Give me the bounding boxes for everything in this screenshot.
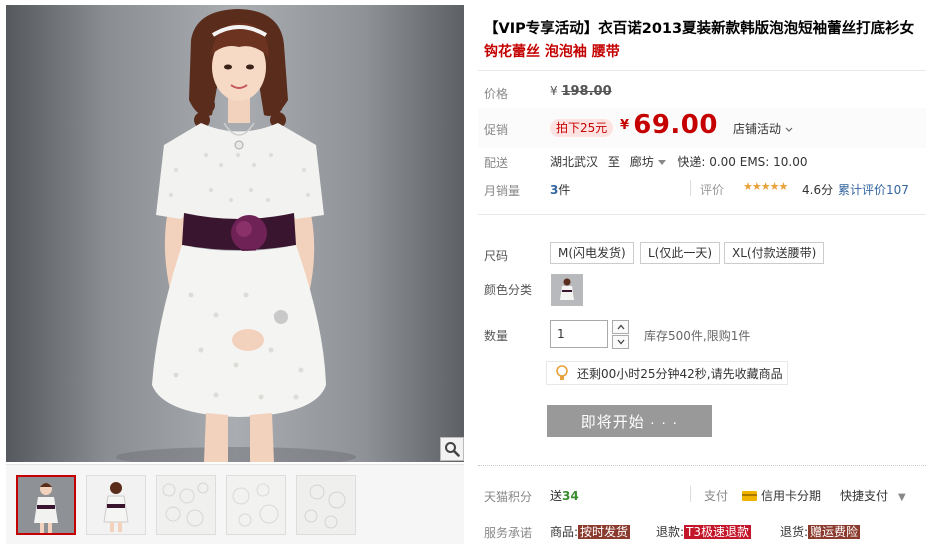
- magnifier-icon: [445, 442, 460, 457]
- service-prefix: 商品:: [550, 525, 579, 539]
- divider: [478, 465, 926, 466]
- thumb-model-front: [18, 477, 74, 533]
- service-prefix: 退货:: [780, 525, 809, 539]
- sale-price-value: 69.00: [633, 110, 718, 140]
- service-tag: 按时发货: [578, 525, 631, 539]
- sales-label: 月销量: [484, 184, 521, 198]
- thumbnail-strip: [6, 464, 464, 544]
- shipping-fees: 快递: 0.00 EMS: 10.00: [677, 155, 808, 169]
- quick-pay-dropdown[interactable]: 快捷支付 ▼: [840, 487, 906, 504]
- chevron-down-icon: [785, 127, 793, 132]
- countdown-notice: 还剩00小时25分钟42秒,请先收藏商品: [546, 361, 788, 385]
- divider: [478, 70, 926, 71]
- tmall-points: 送34: [550, 487, 579, 504]
- thumb-lace-detail-1: [157, 476, 215, 534]
- quick-pay-label: 快捷支付: [840, 489, 889, 503]
- thumb-lace-detail-3: [297, 476, 355, 534]
- destination-label: 廊坊: [629, 155, 654, 169]
- zoom-button[interactable]: [440, 437, 464, 461]
- lightbulb-icon: [556, 365, 568, 380]
- quantity-label: 数量: [484, 329, 509, 343]
- thumbnail-3[interactable]: [156, 475, 216, 535]
- thumbnail-2[interactable]: [86, 475, 146, 535]
- sale-price: ¥ 69.00: [620, 110, 718, 140]
- currency-symbol: ¥: [550, 84, 558, 98]
- shop-activity-dropdown[interactable]: 店铺活动: [733, 120, 793, 137]
- main-product-image[interactable]: [6, 5, 464, 462]
- dress-model-illustration: [116, 9, 356, 462]
- service-item-goods: 商品: 按时发货: [550, 523, 631, 540]
- service-item-return: 退货: 赠运费险: [780, 523, 861, 540]
- service-label: 服务承诺: [484, 526, 533, 540]
- service-tag: 赠运费险: [808, 525, 861, 539]
- thumbnail-4[interactable]: [226, 475, 286, 535]
- swatch-image: [552, 275, 582, 305]
- product-subtitle: 钩花蕾丝 泡泡袖 腰带: [484, 44, 620, 60]
- size-option-l[interactable]: L(仅此一天): [640, 242, 721, 264]
- vertical-divider: [690, 486, 691, 502]
- chevron-up-icon: [617, 324, 624, 330]
- rating-stars: ★★★★★: [743, 180, 788, 193]
- original-price: ¥ 198.00: [550, 84, 612, 99]
- thumbnail-1[interactable]: [16, 475, 76, 535]
- original-price-value: 198.00: [561, 84, 612, 99]
- service-item-refund: 退款: T3极速退款: [656, 523, 752, 540]
- quantity-decrease-button[interactable]: [612, 335, 629, 349]
- shop-activity-label: 店铺活动: [733, 122, 782, 136]
- chevron-down-icon: [617, 339, 624, 345]
- sales-unit: 件: [558, 183, 571, 197]
- rating-label: 评价: [700, 183, 725, 197]
- shipping-label: 配送: [484, 156, 509, 170]
- color-option-swatch[interactable]: [551, 274, 583, 306]
- shipping-to: 至: [607, 155, 620, 169]
- caret-down-icon: ▼: [898, 492, 906, 503]
- caret-down-icon: [657, 160, 666, 165]
- discount-tag: 拍下25元: [550, 119, 614, 137]
- credit-installment-label: 信用卡分期: [761, 489, 822, 503]
- service-prefix: 退款:: [656, 525, 685, 539]
- quantity-input[interactable]: [550, 320, 608, 348]
- review-count-link[interactable]: 累计评价107: [838, 181, 909, 198]
- credit-installment-link[interactable]: 信用卡分期: [742, 487, 821, 504]
- destination-selector[interactable]: 廊坊: [630, 155, 670, 169]
- currency-symbol: ¥: [620, 118, 630, 133]
- service-tag: T3极速退款: [684, 525, 752, 539]
- price-label: 价格: [484, 87, 509, 101]
- buy-button[interactable]: 即将开始 · · ·: [547, 405, 712, 437]
- rating-score: 4.6分: [802, 183, 834, 197]
- size-label: 尺码: [484, 249, 509, 263]
- thumb-model-back: [87, 476, 145, 534]
- credit-card-icon: [742, 490, 757, 501]
- size-option-m[interactable]: M(闪电发货): [550, 242, 634, 264]
- promo-label: 促销: [484, 123, 509, 137]
- shipping-origin: 湖北武汉: [550, 155, 599, 169]
- points-label: 天猫积分: [484, 490, 533, 504]
- payment-label: 支付: [704, 489, 729, 503]
- thumb-lace-detail-2: [227, 476, 285, 534]
- vertical-divider: [690, 180, 691, 196]
- monthly-sales: 3件: [550, 181, 570, 198]
- quantity-increase-button[interactable]: [612, 320, 629, 334]
- divider: [478, 214, 926, 215]
- stock-info: 库存500件,限购1件: [644, 329, 751, 343]
- size-option-xl[interactable]: XL(付款送腰带): [724, 242, 825, 264]
- color-label: 颜色分类: [484, 283, 533, 297]
- thumbnail-5[interactable]: [296, 475, 356, 535]
- points-prefix: 送: [550, 489, 563, 503]
- points-value: 34: [562, 489, 579, 503]
- countdown-text: 还剩00小时25分钟42秒,请先收藏商品: [577, 366, 783, 381]
- shipping-info: 湖北武汉 至 廊坊 快递: 0.00 EMS: 10.00: [550, 153, 808, 170]
- product-title: 【VIP专享活动】衣百诺2013夏装新款韩版泡泡短袖蕾丝打底衫女: [484, 21, 915, 37]
